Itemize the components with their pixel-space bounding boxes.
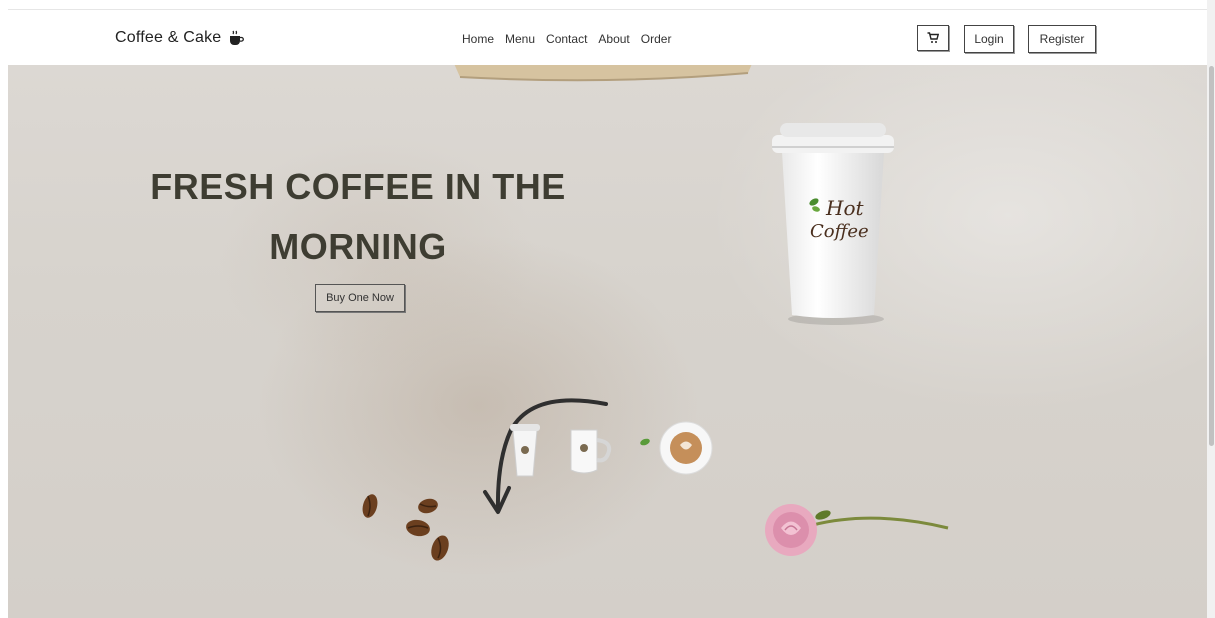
paper-cup-image: [510, 424, 540, 477]
hero-title-line2: MORNING: [269, 226, 447, 267]
products-showcase: [483, 398, 713, 514]
brand-logo[interactable]: Coffee & Cake: [115, 29, 245, 47]
mug-image: [570, 429, 612, 474]
brand-name: Coffee & Cake: [115, 29, 222, 46]
navbar: Coffee & Cake Home Menu Contact About Or…: [8, 9, 1207, 65]
nav-contact[interactable]: Contact: [546, 32, 587, 46]
nav-order[interactable]: Order: [641, 32, 672, 46]
nav-links: Home Menu Contact About Order: [462, 32, 671, 46]
login-button[interactable]: Login: [964, 25, 1014, 53]
cart-button[interactable]: [917, 25, 949, 51]
buy-one-now-button[interactable]: Buy One Now: [315, 284, 405, 312]
pink-rose-image: [765, 504, 949, 556]
page: Coffee & Cake Home Menu Contact About Or…: [0, 0, 1215, 618]
hero-section: FRESH COFFEE IN THE MORNING Buy One Now …: [8, 65, 1207, 618]
burlap-sack-image: [454, 65, 752, 82]
nav-home[interactable]: Home: [462, 32, 494, 46]
hot-coffee-cup-image: Hot Coffee: [772, 123, 894, 325]
svg-text:Coffee: Coffee: [810, 221, 869, 242]
svg-text:Hot: Hot: [825, 196, 864, 220]
coffee-cup-icon: [230, 30, 245, 45]
hero-title-line1: FRESH COFFEE IN THE: [150, 166, 566, 207]
latte-cup-image: [640, 421, 713, 475]
coffee-beans-image: [362, 494, 449, 561]
scrollbar-thumb[interactable]: [1209, 66, 1214, 446]
nav-about[interactable]: About: [598, 32, 629, 46]
nav-menu[interactable]: Menu: [505, 32, 535, 46]
register-button[interactable]: Register: [1028, 25, 1096, 53]
cart-icon: [927, 32, 939, 43]
hero-title: FRESH COFFEE IN THE MORNING: [108, 157, 608, 277]
